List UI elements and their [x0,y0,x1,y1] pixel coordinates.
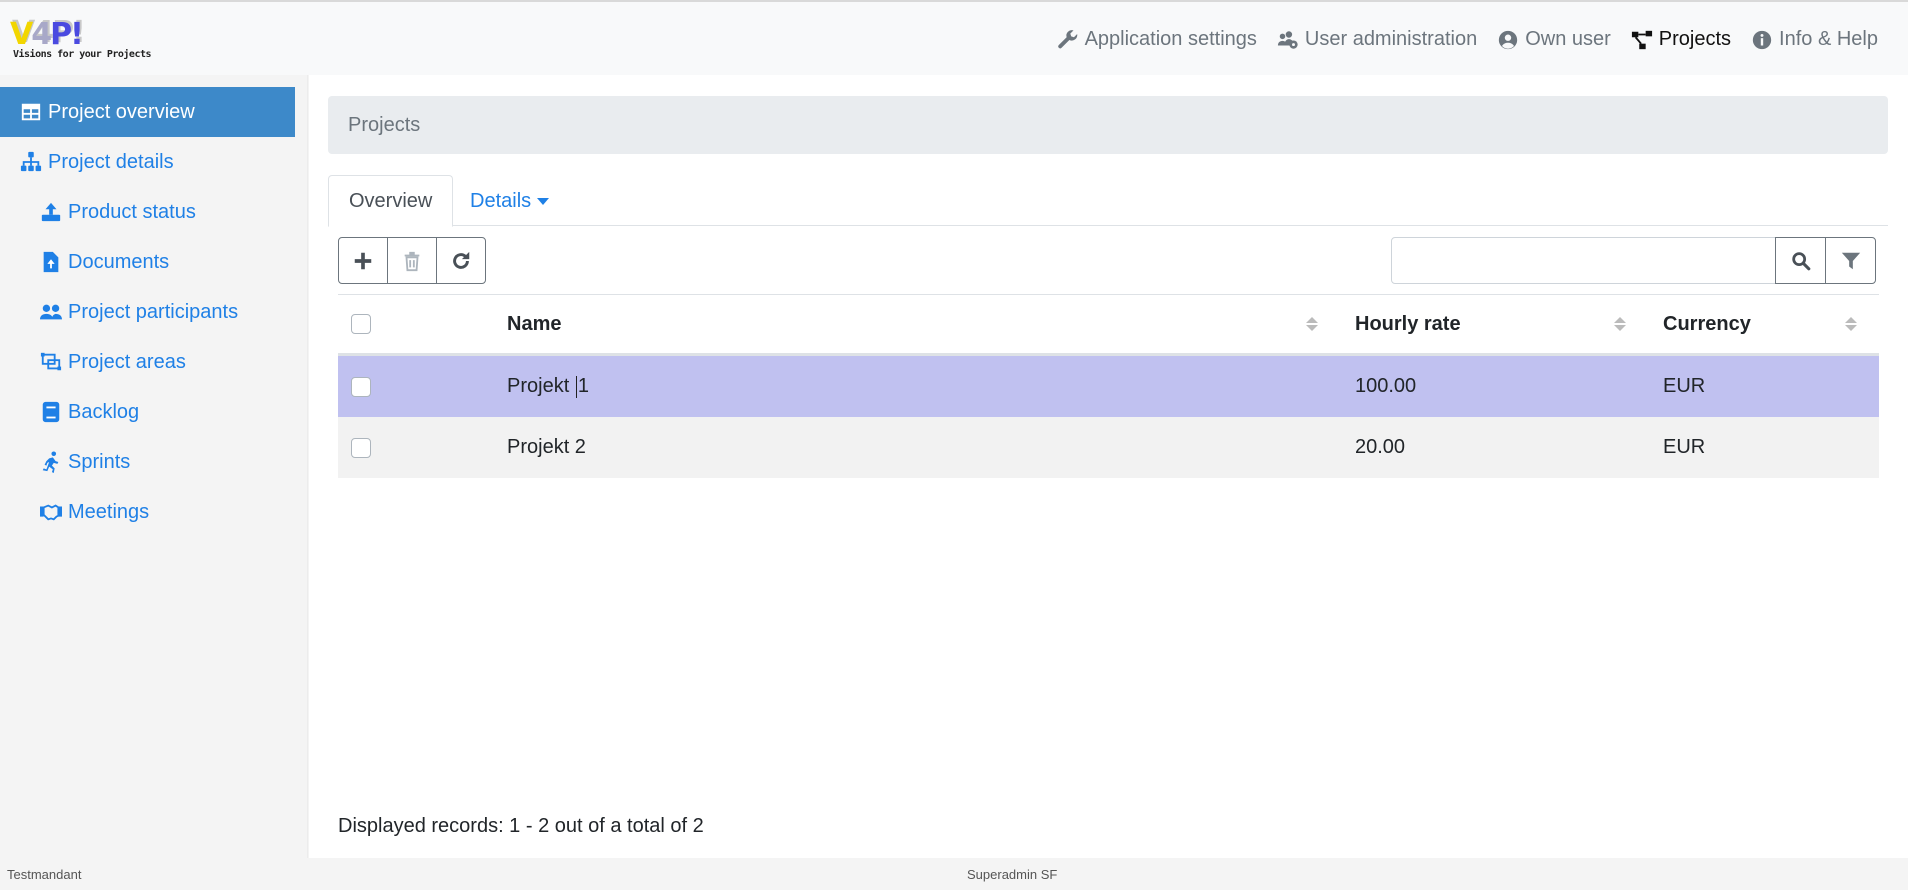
trash-icon [404,251,420,271]
text-cursor [575,375,577,398]
upload-icon [41,202,61,222]
current-user-label: Superadmin SF [967,867,1058,882]
object-group-icon [40,352,62,371]
sidebar-item-meetings[interactable]: Meetings [0,487,149,537]
breadcrumb: Projects [328,96,1888,154]
users-icon [40,304,62,320]
cell-hourly-rate: 20.00 [1355,436,1406,458]
table-toolbar [338,237,486,284]
table-icon [21,103,41,121]
sort-icon[interactable] [1845,295,1857,353]
status-bar: Testmandant Superadmin SF [0,858,1908,890]
sidebar-item-project-overview[interactable]: Project overview [0,87,295,137]
column-header-hourly-rate[interactable]: Hourly rate [1355,295,1461,353]
sidebar-item-backlog[interactable]: Backlog [0,387,139,437]
file-upload-icon [43,251,59,273]
logo-mark: V4P! [10,17,84,52]
user-circle-icon [1499,30,1518,49]
cell-hourly-rate: 100.00 [1355,375,1417,397]
nav-projects[interactable]: Projects [1631,28,1731,51]
running-icon [42,451,59,473]
book-icon [42,401,60,423]
sidebar-item-sprints[interactable]: Sprints [0,437,130,487]
sort-icon[interactable] [1614,295,1626,353]
refresh-icon [453,251,470,269]
cell-name: Projekt 2 [507,436,586,458]
search-group [1391,237,1876,284]
breadcrumb-title: Projects [348,113,421,136]
search-input[interactable] [1391,237,1776,284]
sitemap-icon [20,151,42,172]
sidebar-item-product-status[interactable]: Product status [0,187,196,237]
cell-name: Projekt 1 [507,375,589,398]
logo-tagline: Visions for your Projects [13,49,152,60]
tab-details-dropdown[interactable]: Details [450,175,569,227]
filter-icon [1841,252,1860,269]
nav-user-administration[interactable]: User administration [1277,28,1477,51]
sidebar-item-project-participants[interactable]: Project participants [0,287,238,337]
tab-overview[interactable]: Overview [328,175,454,227]
filter-button[interactable] [1825,237,1876,284]
main-content: Projects Overview Details Name Hourly ra… [309,75,1908,858]
projects-table: Name Hourly rate Currency Projekt 1 100.… [338,295,1879,478]
search-icon [1791,251,1810,270]
handshake-icon [40,504,62,521]
info-circle-icon [1752,30,1772,49]
app-logo[interactable]: V4P! Visions for your Projects [10,17,152,64]
tab-bar: Overview Details [328,175,1888,227]
table-row[interactable]: Projekt 2 20.00 EUR [338,417,1879,478]
search-button[interactable] [1775,237,1826,284]
nav-own-user[interactable]: Own user [1497,28,1611,51]
column-header-name[interactable]: Name [507,295,561,353]
cell-currency: EUR [1663,375,1706,397]
caret-down-icon [537,197,550,205]
plus-icon [354,252,372,269]
add-button[interactable] [338,237,388,284]
refresh-button[interactable] [436,237,486,284]
top-navbar: V4P! Visions for your Projects Applicati… [0,0,1908,75]
records-info: Displayed records: 1 - 2 out of a total … [338,815,704,837]
top-nav-menu: Application settings User administration… [1057,28,1878,51]
table-header: Name Hourly rate Currency [338,295,1879,356]
sidebar: Project overview Project details Product… [0,75,308,858]
sidebar-item-project-details[interactable]: Project details [0,137,174,187]
tenant-label: Testmandant [7,867,82,882]
cell-currency: EUR [1663,436,1706,458]
wrench-icon [1057,29,1077,48]
row-checkbox[interactable] [351,437,371,458]
sort-icon[interactable] [1306,295,1318,353]
sidebar-item-project-areas[interactable]: Project areas [0,337,186,387]
nav-application-settings[interactable]: Application settings [1057,28,1257,51]
select-all-checkbox[interactable] [351,314,371,334]
users-cog-icon [1277,30,1298,49]
project-diagram-icon [1631,30,1652,49]
nav-info-help[interactable]: Info & Help [1751,28,1878,51]
column-header-currency[interactable]: Currency [1663,295,1751,353]
delete-button[interactable] [387,237,437,284]
row-checkbox[interactable] [351,376,371,397]
sidebar-item-documents[interactable]: Documents [0,237,169,287]
table-row[interactable]: Projekt 1 100.00 EUR [338,356,1879,417]
